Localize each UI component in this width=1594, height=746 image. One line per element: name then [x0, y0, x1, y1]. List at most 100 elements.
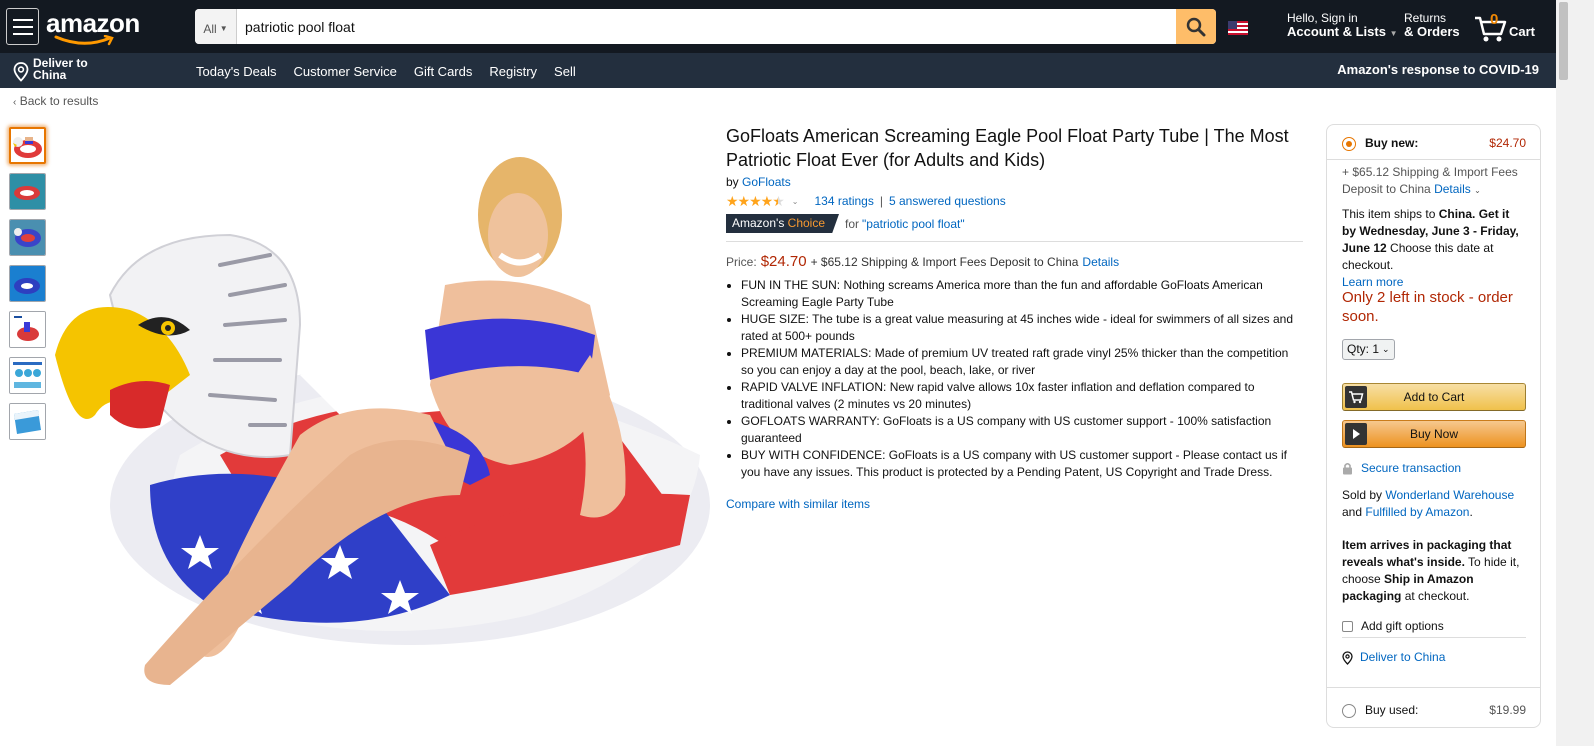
- quantity-label: Qty: 1: [1347, 342, 1380, 356]
- account-lists-menu[interactable]: Hello, Sign in Account & Lists ▼: [1287, 12, 1398, 40]
- delivery-info: This item ships to China. Get it by Wedn…: [1342, 206, 1526, 291]
- nav-link-customer-service[interactable]: Customer Service: [294, 64, 397, 79]
- cart-button[interactable]: 0 Cart: [1473, 10, 1543, 44]
- buybox-shipping-fee: + $65.12 Shipping & Import Fees Deposit …: [1342, 165, 1518, 196]
- separator: |: [879, 194, 883, 208]
- gift-options-label: Add gift options: [1361, 619, 1444, 633]
- search-button[interactable]: [1176, 9, 1216, 44]
- fulfilled-by-amazon-link[interactable]: Fulfilled by Amazon: [1365, 505, 1469, 519]
- product-title: GoFloats American Screaming Eagle Pool F…: [726, 126, 1289, 170]
- lifestyle-thumbnail-image: [10, 266, 45, 301]
- buy-now-label: Buy Now: [1409, 427, 1459, 441]
- covid-response-link[interactable]: Amazon's response to COVID-19: [1337, 62, 1539, 77]
- add-to-cart-label: Add to Cart: [1403, 390, 1465, 404]
- answered-questions-link[interactable]: 5 answered questions: [889, 194, 1006, 208]
- star-rating-icon[interactable]: ★★★★ ★: [726, 193, 785, 210]
- buy-used-radio[interactable]: [1342, 703, 1356, 718]
- buybox-shipping: + $65.12 Shipping & Import Fees Deposit …: [1342, 164, 1526, 199]
- search-bar: All ▼: [195, 9, 1216, 44]
- chevron-down-icon: ⌄: [1474, 186, 1481, 195]
- secure-transaction-link[interactable]: Secure transaction: [1361, 460, 1461, 477]
- divider: [1327, 687, 1540, 688]
- shipping-fee: + $65.12 Shipping & Import Fees Deposit …: [810, 255, 1079, 269]
- nav-link-todays-deals[interactable]: Today's Deals: [196, 64, 277, 79]
- infographic-thumbnail-image: [10, 358, 45, 393]
- feature-bullets: FUN IN THE SUN: Nothing screams America …: [726, 277, 1303, 481]
- back-to-results-link[interactable]: ‹ Back to results: [13, 94, 98, 108]
- menu-icon[interactable]: [6, 8, 39, 45]
- brand-link[interactable]: GoFloats: [742, 175, 791, 189]
- price-row: Price: $24.70 + $65.12 Shipping & Import…: [726, 253, 1303, 270]
- sold-by-info: Sold by Wonderland Warehouse and Fulfill…: [1342, 487, 1526, 521]
- product-price: $24.70: [760, 253, 807, 270]
- nav-link-gift-cards[interactable]: Gift Cards: [414, 64, 473, 79]
- price-label: Price:: [726, 255, 757, 269]
- search-category-label: All: [203, 21, 217, 36]
- orders-label: & Orders: [1404, 24, 1460, 39]
- seller-link[interactable]: Wonderland Warehouse: [1385, 488, 1514, 502]
- thumbnail-6[interactable]: [9, 357, 46, 394]
- compare-similar-link[interactable]: Compare with similar items: [726, 497, 1303, 511]
- buy-used-row[interactable]: Buy used: $19.99: [1342, 702, 1526, 719]
- divider: [726, 241, 1303, 242]
- main-product-image[interactable]: [50, 125, 710, 725]
- stock-status: Only 2 left in stock - order soon.: [1342, 289, 1513, 325]
- divider: [1327, 159, 1540, 160]
- amazons-choice-badge[interactable]: Amazon's Choice: [726, 214, 840, 233]
- amazon-logo[interactable]: amazon: [46, 8, 140, 46]
- thumbnail-4[interactable]: [9, 265, 46, 302]
- nav-link-sell[interactable]: Sell: [554, 64, 576, 79]
- cart-count: 0: [1490, 11, 1499, 28]
- packaging-thumbnail-image: [10, 404, 45, 439]
- product-info: GoFloats American Screaming Eagle Pool F…: [726, 124, 1303, 511]
- buy-new-label: Buy new:: [1365, 136, 1419, 150]
- ships-to-country: China: [1438, 207, 1473, 221]
- thumbnail-1[interactable]: [9, 127, 46, 164]
- gift-options-checkbox[interactable]: [1342, 621, 1353, 632]
- product-thumbnail-image: [13, 137, 42, 158]
- chevron-down-icon[interactable]: ⌄: [792, 197, 799, 206]
- buy-now-button[interactable]: Buy Now: [1342, 420, 1526, 448]
- ratings-row: ★★★★ ★ ⌄ 134 ratings | 5 answered questio…: [726, 193, 1303, 209]
- buy-used-price: $19.99: [1489, 703, 1526, 717]
- chevron-down-icon: ▼: [1389, 29, 1398, 38]
- buy-new-price: $24.70: [1489, 136, 1526, 150]
- byline: by GoFloats: [726, 175, 1303, 189]
- thumbnail-3[interactable]: [9, 219, 46, 256]
- deliver-to-link[interactable]: Deliver to China: [1360, 649, 1445, 666]
- badge-query-link[interactable]: "patriotic pool float": [862, 217, 965, 231]
- buybox-shipping-details-link[interactable]: Details: [1434, 182, 1471, 196]
- ships-to-label: This item ships to: [1342, 207, 1439, 221]
- nav-link-registry[interactable]: Registry: [489, 64, 537, 79]
- shipping-details-link[interactable]: Details: [1082, 255, 1119, 269]
- play-icon: [1345, 423, 1367, 445]
- search-input[interactable]: [237, 9, 1176, 44]
- ratings-count-link[interactable]: 134 ratings: [814, 194, 873, 208]
- search-category-dropdown[interactable]: All ▼: [195, 9, 237, 44]
- gift-options-row[interactable]: Add gift options: [1342, 618, 1526, 635]
- buy-box: Buy new: $24.70 + $65.12 Shipping & Impo…: [1326, 124, 1541, 728]
- thumbnail-5[interactable]: [9, 311, 46, 348]
- packaging-notice: Item arrives in packaging that reveals w…: [1342, 537, 1526, 605]
- feature-bullet: PREMIUM MATERIALS: Made of premium UV tr…: [741, 345, 1303, 379]
- subnav-links: Today's Deals Customer Service Gift Card…: [196, 64, 576, 79]
- thumbnail-7[interactable]: [9, 403, 46, 440]
- cart-icon: [1345, 386, 1367, 408]
- packaging-notice-end: at checkout.: [1401, 589, 1470, 603]
- us-flag-icon[interactable]: [1228, 21, 1248, 35]
- add-to-cart-button[interactable]: Add to Cart: [1342, 383, 1526, 411]
- back-to-results-label: Back to results: [19, 94, 99, 108]
- secure-transaction-row: Secure transaction: [1342, 460, 1526, 477]
- returns-orders-link[interactable]: Returns & Orders: [1404, 12, 1460, 39]
- sub-navbar: Deliver to China Today's Deals Customer …: [0, 53, 1556, 88]
- buy-new-row[interactable]: Buy new: $24.70: [1342, 135, 1526, 152]
- deliver-to-row[interactable]: Deliver to China: [1342, 649, 1526, 666]
- location-pin-icon: [1342, 650, 1353, 665]
- thumbnail-2[interactable]: [9, 173, 46, 210]
- page-scrollbar[interactable]: [1556, 0, 1594, 746]
- infographic-thumbnail-image: [10, 312, 45, 347]
- scrollbar-thumb[interactable]: [1559, 2, 1568, 80]
- quantity-select[interactable]: Qty: 1 ⌄: [1342, 339, 1395, 360]
- logo-smile-icon: [54, 35, 114, 46]
- buy-new-radio[interactable]: [1342, 136, 1356, 151]
